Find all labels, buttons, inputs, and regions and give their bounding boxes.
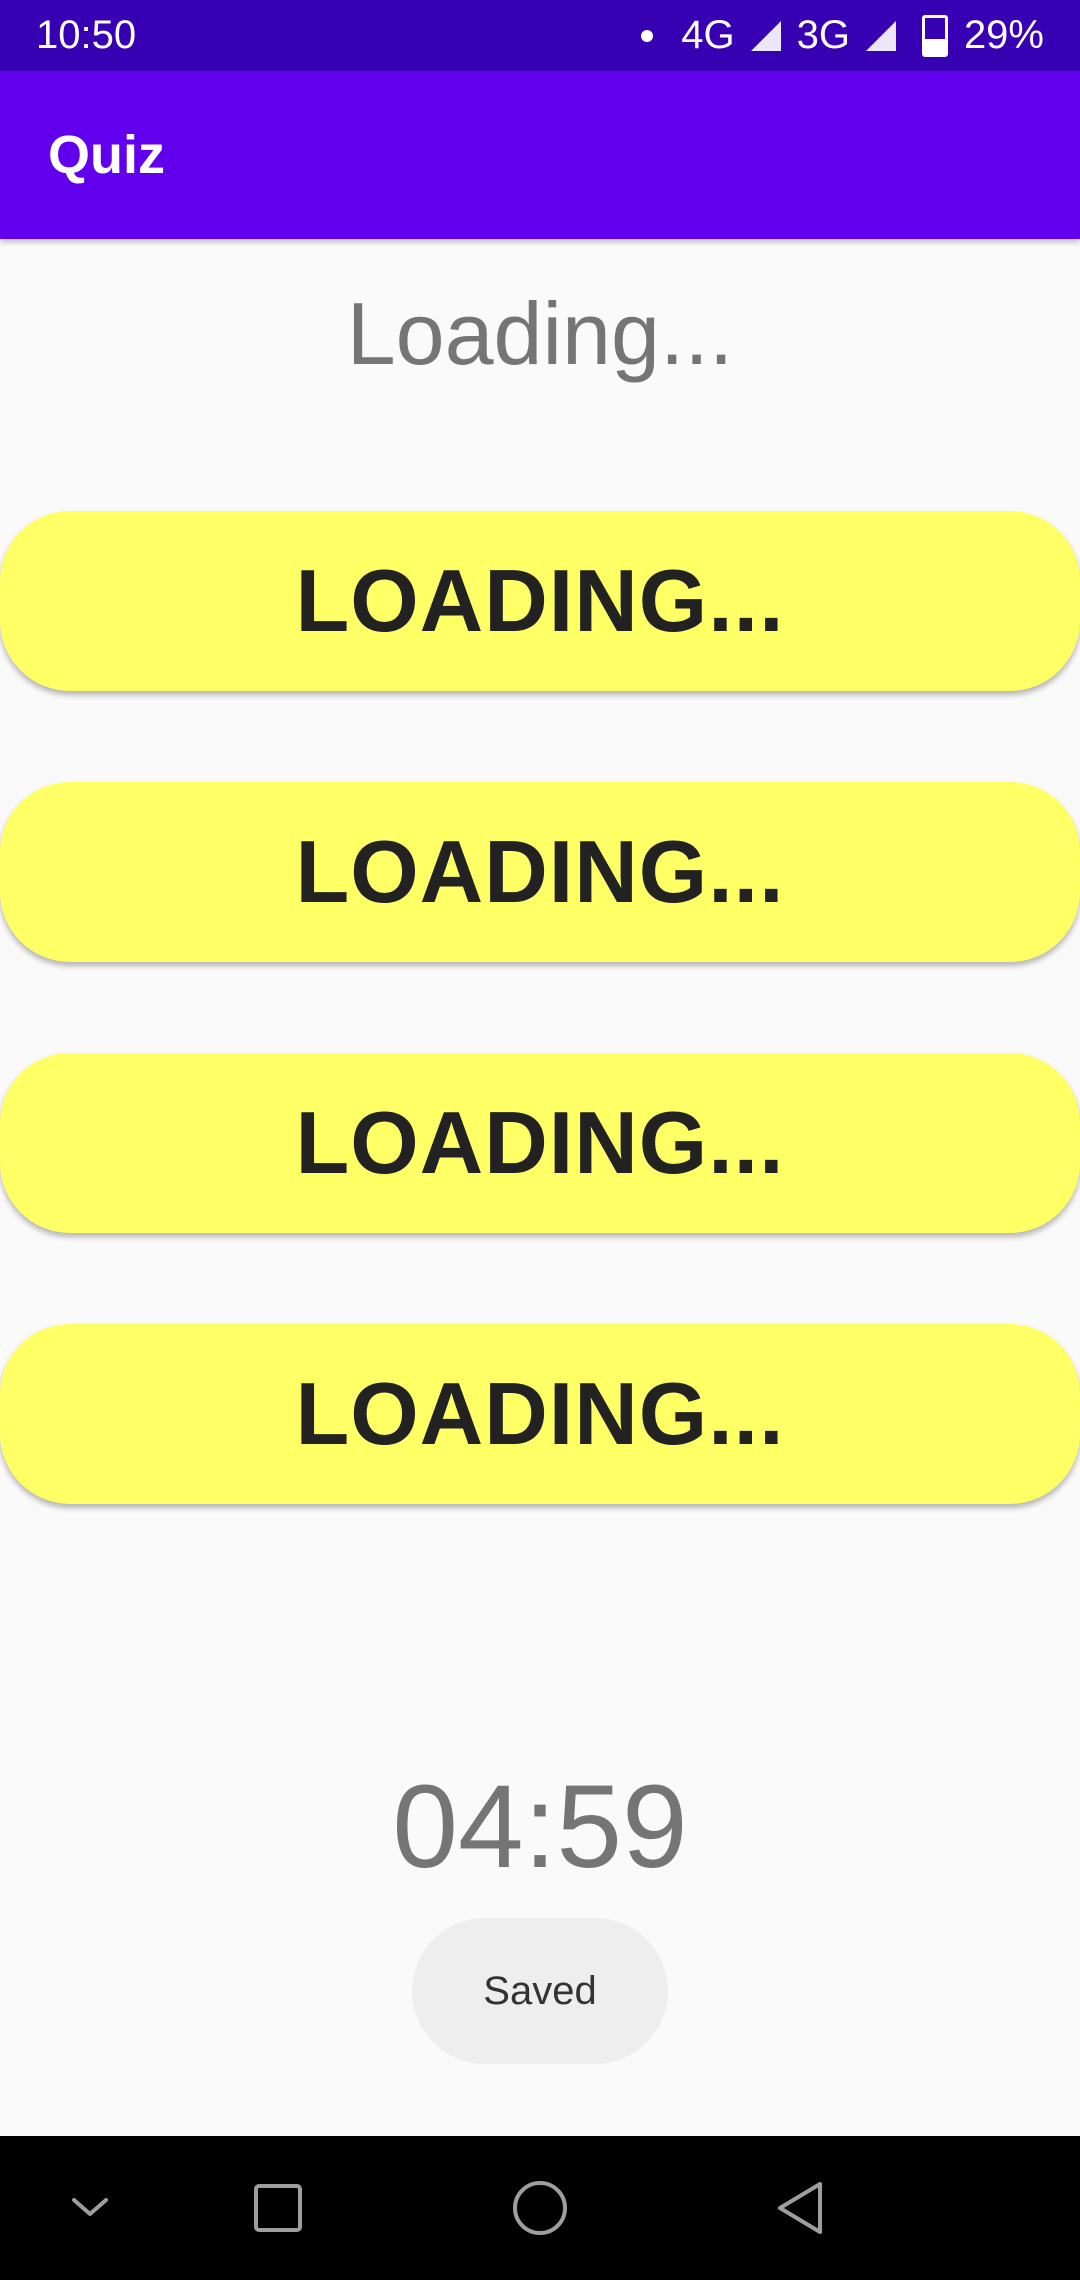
battery-icon xyxy=(921,14,948,57)
recents-icon[interactable] xyxy=(218,2136,338,2280)
answer-button-2[interactable]: LOADING... xyxy=(0,782,1080,962)
question-text: Loading... xyxy=(346,284,734,383)
answer-button-1[interactable]: LOADING... xyxy=(0,511,1080,691)
signal-strength-icon xyxy=(750,20,781,51)
app-bar: Quiz xyxy=(0,71,1080,239)
signal-strength-icon xyxy=(865,20,896,51)
back-icon[interactable] xyxy=(740,2136,860,2280)
status-icons: 4G 3G 29% xyxy=(641,0,1044,71)
home-icon[interactable] xyxy=(480,2136,600,2280)
notification-dot-icon xyxy=(641,29,654,42)
network-type-3g: 3G xyxy=(796,13,850,57)
status-bar: 10:50 4G 3G 29% xyxy=(0,0,1080,71)
chevron-down-icon[interactable] xyxy=(30,2136,150,2280)
countdown-timer: 04:59 xyxy=(392,1761,688,1893)
navigation-bar xyxy=(0,2136,1080,2280)
answer-button-3[interactable]: LOADING... xyxy=(0,1053,1080,1233)
answer-button-4[interactable]: LOADING... xyxy=(0,1324,1080,1504)
toast-message: Saved xyxy=(412,1918,668,2064)
app-title: Quiz xyxy=(48,125,165,185)
battery-percent: 29% xyxy=(963,13,1044,57)
status-time: 10:50 xyxy=(36,13,137,57)
network-type-4g: 4G xyxy=(681,13,735,57)
